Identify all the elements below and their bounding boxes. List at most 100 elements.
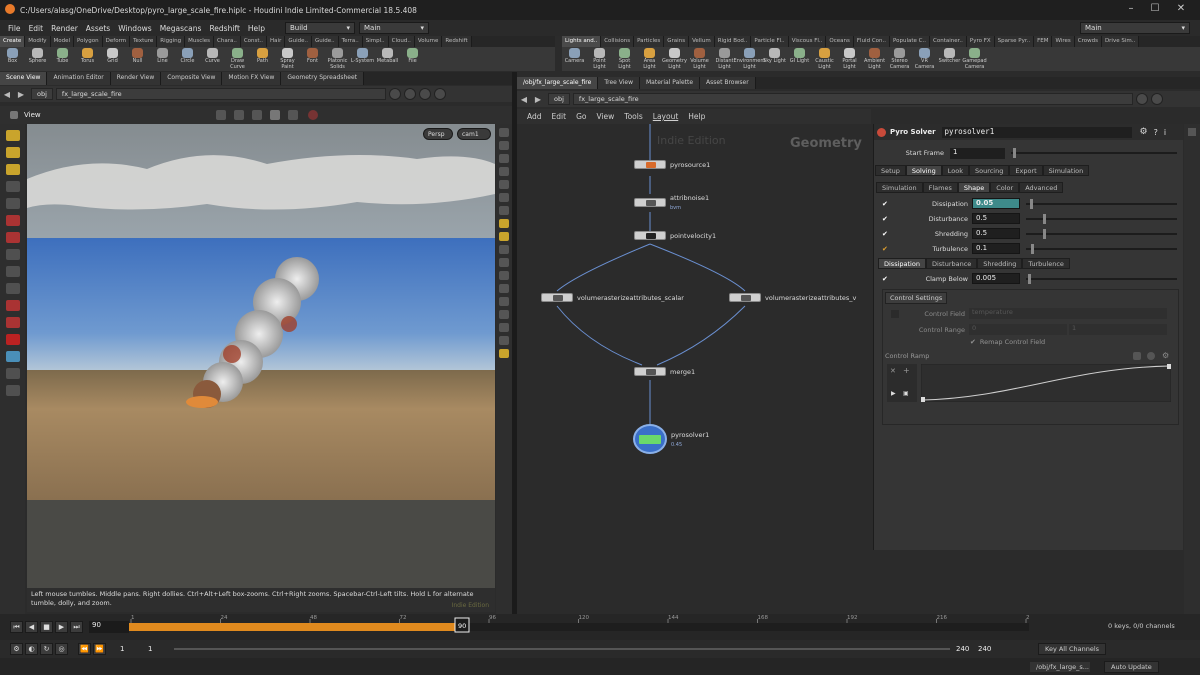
- forward-icon[interactable]: ▶: [531, 95, 545, 104]
- node-name-field[interactable]: pyrosolver1: [941, 126, 1132, 138]
- maximize-button[interactable]: ☐: [1148, 3, 1162, 16]
- tab-material-palette[interactable]: Material Palette: [639, 77, 701, 89]
- shelf-tab-terra[interactable]: Terra..: [338, 36, 363, 47]
- snap-icon[interactable]: [269, 110, 280, 120]
- vertex-icon[interactable]: [499, 297, 509, 306]
- param-tab-setup[interactable]: Setup: [875, 165, 906, 176]
- sphere-icon[interactable]: [499, 193, 509, 202]
- move-tool-icon[interactable]: [233, 110, 244, 120]
- tool-sphere[interactable]: Sphere: [25, 47, 50, 71]
- wireframe-icon[interactable]: [499, 167, 509, 176]
- camera-icon[interactable]: [5, 368, 20, 379]
- shape-tab-disturbance[interactable]: Disturbance: [925, 258, 978, 269]
- param-tab-look[interactable]: Look: [941, 165, 969, 176]
- tool-gamepad-camera[interactable]: Gamepad Camera: [962, 47, 987, 71]
- handle-icon[interactable]: [5, 147, 20, 158]
- range-end-2[interactable]: 240: [978, 645, 998, 653]
- play-button[interactable]: ▶: [55, 621, 68, 633]
- menu-windows[interactable]: Windows: [118, 24, 151, 33]
- select-tool-icon[interactable]: [215, 110, 226, 120]
- shelf-tab-pyro-fx[interactable]: Pyro FX: [966, 36, 995, 47]
- tab-obj-fx-large-scale-fire[interactable]: /obj/fx_large_scale_fire: [517, 77, 599, 89]
- lock-camera-icon[interactable]: [287, 110, 298, 120]
- shape-tab-shredding[interactable]: Shredding: [977, 258, 1023, 269]
- turbulence-field[interactable]: 0.1: [972, 243, 1020, 254]
- normals-icon[interactable]: [499, 271, 509, 280]
- param-tab-solving[interactable]: Solving: [905, 165, 942, 176]
- param-subtab-flames[interactable]: Flames: [922, 182, 958, 193]
- net-menu-tools[interactable]: Tools: [624, 112, 642, 121]
- tool-grid[interactable]: Grid: [100, 47, 125, 71]
- node-pointvelocity[interactable]: pointvelocity1: [634, 231, 716, 240]
- param-subtab-shape[interactable]: Shape: [957, 182, 991, 193]
- net-menu-view[interactable]: View: [596, 112, 614, 121]
- link-icon[interactable]: [1150, 93, 1163, 105]
- node-merge[interactable]: merge1: [634, 367, 695, 376]
- bulb-icon[interactable]: [499, 219, 509, 228]
- menu-help[interactable]: Help: [248, 24, 265, 33]
- control-field-input[interactable]: temperature: [969, 308, 1167, 319]
- net-menu-help[interactable]: Help: [688, 112, 705, 121]
- tab-motion-fx-view[interactable]: Motion FX View: [222, 72, 282, 85]
- forward-icon[interactable]: ▶: [14, 90, 28, 99]
- minimize-button[interactable]: –: [1124, 3, 1138, 16]
- node-volumerasterize-scalar[interactable]: volumerasterizeattributes_scalar: [541, 293, 684, 302]
- tab-scene-view[interactable]: Scene View: [0, 72, 48, 85]
- node-attribnoise[interactable]: attribnoise1 bvm: [634, 194, 709, 211]
- param-subtab-color[interactable]: Color: [990, 182, 1020, 193]
- tool-platonic-solids[interactable]: Platonic Solids: [325, 47, 350, 71]
- stop-icon[interactable]: [307, 110, 318, 120]
- network-editor[interactable]: Indie Edition Geometry pyrosource1 attri…: [517, 124, 871, 614]
- shelf-tab-lights-and[interactable]: Lights and..: [562, 36, 602, 47]
- turbulence-slider[interactable]: [1026, 243, 1177, 254]
- tool-caustic-light[interactable]: Caustic Light: [812, 47, 837, 71]
- turbulence-checkbox[interactable]: ✔: [882, 245, 890, 253]
- snap-point-icon[interactable]: [5, 232, 20, 243]
- shape-tab-turbulence[interactable]: Turbulence: [1022, 258, 1070, 269]
- scroll-icon-1[interactable]: [1188, 128, 1196, 136]
- shelf-tab-hair[interactable]: Hair: [267, 36, 286, 47]
- tool-draw-curve[interactable]: Draw Curve: [225, 47, 250, 71]
- shelf-tab-chara[interactable]: Chara..: [214, 36, 241, 47]
- param-tab-sourcing[interactable]: Sourcing: [968, 165, 1010, 176]
- range-end[interactable]: 240: [956, 645, 976, 653]
- range-start[interactable]: 1: [120, 645, 140, 653]
- range-start-2[interactable]: 1: [148, 645, 168, 653]
- node-body[interactable]: [541, 293, 573, 302]
- menu-megascans[interactable]: Megascans: [160, 24, 202, 33]
- node-pyrosolver[interactable]: pyrosolver1 0.45: [633, 424, 709, 454]
- tool-null[interactable]: Null: [125, 47, 150, 71]
- shelf-tab-model[interactable]: Model: [50, 36, 75, 47]
- shelf-tab-volume[interactable]: Volume: [414, 36, 443, 47]
- range-slider[interactable]: [174, 648, 950, 650]
- start-frame-field[interactable]: 1: [950, 147, 1005, 159]
- tool-box[interactable]: Box: [0, 47, 25, 71]
- tool-spray-paint[interactable]: Spray Paint: [275, 47, 300, 71]
- step-back-button[interactable]: ⏪: [78, 643, 91, 655]
- param-tab-simulation[interactable]: Simulation: [1042, 165, 1090, 176]
- menu-file[interactable]: File: [8, 24, 21, 33]
- tab-asset-browser[interactable]: Asset Browser: [700, 77, 756, 89]
- tool-vr-camera[interactable]: VR Camera: [912, 47, 937, 71]
- shelf-tab-cloud[interactable]: Cloud..: [388, 36, 415, 47]
- dissipation-field[interactable]: 0.05: [972, 198, 1020, 209]
- param-scrollbar[interactable]: [1184, 124, 1200, 614]
- ramp-add-icon[interactable]: +: [903, 366, 910, 375]
- tool-point-light[interactable]: Point Light: [587, 47, 612, 71]
- node-body[interactable]: [634, 160, 666, 169]
- pose-icon[interactable]: [5, 249, 20, 260]
- shelf-tab-redshift[interactable]: Redshift: [442, 36, 472, 47]
- shelf-tab-create[interactable]: Create: [0, 36, 26, 47]
- pin-icon[interactable]: [1135, 93, 1148, 105]
- audio-button[interactable]: ◐: [25, 643, 38, 655]
- shelf-tab-deform[interactable]: Deform: [102, 36, 131, 47]
- tab-composite-view[interactable]: Composite View: [161, 72, 223, 85]
- grid-icon[interactable]: [499, 206, 509, 215]
- tool-tube[interactable]: Tube: [50, 47, 75, 71]
- light-icon[interactable]: [5, 385, 20, 396]
- tool-stereo-camera[interactable]: Stereo Camera: [887, 47, 912, 71]
- stop-button[interactable]: ■: [40, 621, 53, 633]
- persp-select[interactable]: Persp: [423, 128, 453, 140]
- tool-portal-light[interactable]: Portal Light: [837, 47, 862, 71]
- ramp-menu-icon[interactable]: [1133, 352, 1141, 360]
